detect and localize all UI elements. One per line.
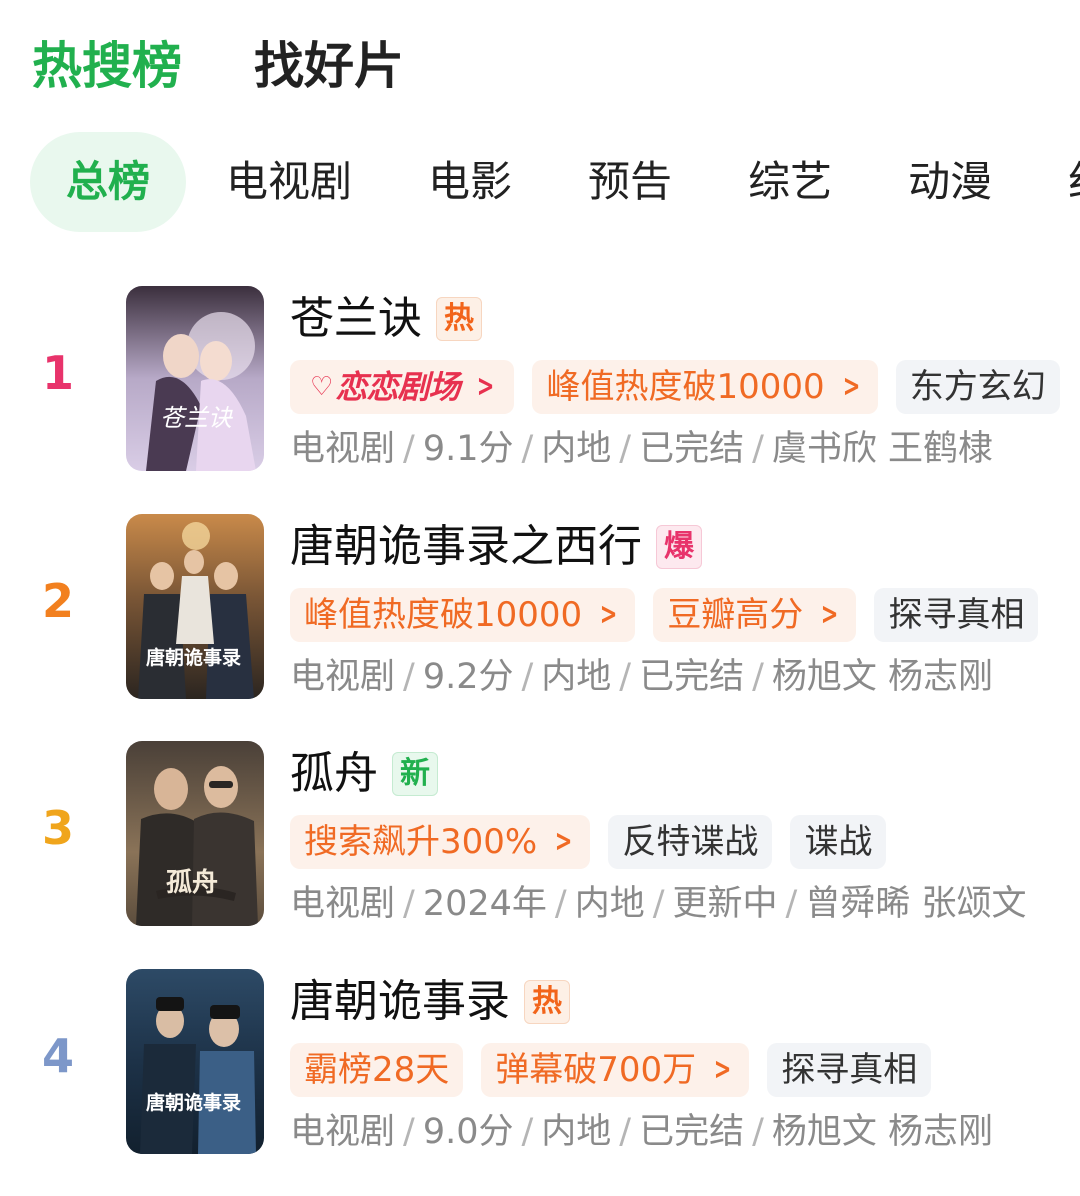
ranking-list: 1 苍兰诀 苍兰诀 [0,286,1080,1196]
category-tab-trailer[interactable]: 预告 [552,132,708,232]
tag-label: 探寻真相 [781,1043,917,1097]
rank-number: 2 [30,574,86,628]
tag-label: 峰值热度破10000 [304,588,582,642]
brand-logo: 恋恋剧场 [335,360,459,414]
tag-label: 霸榜28天 [304,1043,449,1097]
poster-image[interactable]: 唐朝诡事录 [126,969,264,1154]
poster-title-text: 唐朝诡事录 [146,1091,241,1114]
tag-label: 豆瓣高分 [667,588,803,642]
meta-region: 内地 [541,1112,611,1152]
tag-genre: 东方玄幻 [896,360,1060,414]
tag-label: 峰值热度破10000 [546,360,824,414]
rank-number: 3 [30,801,86,855]
tag-label: 弹幕破700万 [495,1043,696,1097]
meta-region: 内地 [541,429,611,469]
poster-image[interactable]: 唐朝诡事录 [126,514,264,699]
category-tab-tv-series[interactable]: 电视剧 [190,132,388,232]
poster-image[interactable]: 苍兰诀 [126,286,264,471]
category-tab-anime[interactable]: 动漫 [872,132,1028,232]
tag-label: 探寻真相 [888,588,1024,642]
meta-cast: 曾舜晞 张颂文 [805,884,1026,924]
list-item[interactable]: 4 唐朝诡事录 [0,969,1080,1196]
item-meta: 电视剧/9.0分/内地/已完结/杨旭文 杨志刚 [290,1109,1080,1155]
meta-score: 9.1分 [423,429,514,469]
rank-number: 1 [30,346,86,400]
hot-badge: 热 [524,980,570,1024]
meta-region: 内地 [575,884,645,924]
tag-genre: 谍战 [790,815,886,869]
chevron-right-icon: > [842,360,860,414]
poster-title-text: 苍兰诀 [160,404,234,432]
item-info: 唐朝诡事录 热 霸榜28天 弹幕破700万 > 探寻真相 电视剧/9.0分/内地… [290,969,1080,1155]
tag-genre: 探寻真相 [874,588,1038,642]
new-badge: 新 [392,752,438,796]
tab-find-good-films[interactable]: 找好片 [254,36,404,96]
top-tabs: 热搜榜 找好片 [32,36,404,96]
category-tab-overall[interactable]: 总榜 [30,132,186,232]
brand-tag-lianlian-theater[interactable]: ♡ 恋恋剧场 > [290,360,514,414]
meta-type: 电视剧 [290,657,395,697]
tag-top-chart-days: 霸榜28天 [290,1043,463,1097]
meta-status: 已完结 [639,429,744,469]
poster-image[interactable]: 孤舟 [126,741,264,926]
meta-type: 电视剧 [290,884,395,924]
meta-cast: 杨旭文 杨志刚 [772,657,993,697]
chevron-right-icon: > [555,815,573,869]
chevron-right-icon: > [714,1043,732,1097]
meta-status: 更新中 [673,884,778,924]
tag-search-surge[interactable]: 搜索飙升300% > [290,815,590,869]
meta-status: 已完结 [639,1112,744,1152]
category-tab-movie[interactable]: 电影 [392,132,548,232]
chevron-right-icon: > [477,360,495,414]
meta-cast: 虞书欣 王鹤棣 [772,429,993,469]
tag-genre: 反特谍战 [608,815,772,869]
chevron-right-icon: > [821,588,839,642]
item-info: 唐朝诡事录之西行 爆 峰值热度破10000 > 豆瓣高分 > 探寻真相 电视剧/… [290,514,1080,700]
tag-label: 反特谍战 [622,815,758,869]
item-title[interactable]: 孤舟 [290,744,378,804]
tag-peak-heat[interactable]: 峰值热度破10000 > [532,360,877,414]
list-item[interactable]: 1 苍兰诀 苍兰诀 [0,286,1080,514]
meta-score: 9.0分 [423,1112,514,1152]
tag-label: 东方玄幻 [910,360,1046,414]
tag-genre: 探寻真相 [767,1043,931,1097]
item-title[interactable]: 苍兰诀 [290,289,422,349]
heart-icon: ♡ [310,360,333,414]
list-item[interactable]: 2 唐朝诡事录 [0,514,1080,742]
meta-type: 电视剧 [290,429,395,469]
boom-badge: 爆 [656,525,702,569]
category-tab-documentary[interactable]: 纪 [1032,132,1080,232]
tag-label: 搜索飙升300% [304,815,537,869]
meta-score: 9.2分 [423,657,514,697]
meta-type: 电视剧 [290,1112,395,1152]
meta-cast: 杨旭文 杨志刚 [772,1112,993,1152]
hot-badge: 热 [436,297,482,341]
tag-label: 谍战 [804,815,872,869]
tags-row: 霸榜28天 弹幕破700万 > 探寻真相 [290,1043,1080,1097]
tag-douban-high-score[interactable]: 豆瓣高分 > [653,588,856,642]
tags-row: 峰值热度破10000 > 豆瓣高分 > 探寻真相 [290,588,1080,642]
tags-row: 搜索飙升300% > 反特谍战 谍战 [290,815,1080,869]
rank-number: 4 [30,1029,86,1083]
meta-year: 2024年 [423,884,547,924]
item-info: 孤舟 新 搜索飙升300% > 反特谍战 谍战 电视剧/2024年/内地/更新中… [290,741,1080,927]
category-tab-variety[interactable]: 综艺 [712,132,868,232]
item-info: 苍兰诀 热 ♡ 恋恋剧场 > 峰值热度破10000 > 东方玄幻 电视剧/9.1… [290,286,1080,472]
tab-hot-search[interactable]: 热搜榜 [32,36,182,96]
tags-row: ♡ 恋恋剧场 > 峰值热度破10000 > 东方玄幻 [290,360,1080,414]
chevron-right-icon: > [600,588,618,642]
tag-peak-heat[interactable]: 峰值热度破10000 > [290,588,635,642]
tag-danmaku-count[interactable]: 弹幕破700万 > [481,1043,749,1097]
item-meta: 电视剧/9.2分/内地/已完结/杨旭文 杨志刚 [290,654,1080,700]
item-title[interactable]: 唐朝诡事录 [290,972,510,1032]
item-meta: 电视剧/2024年/内地/更新中/曾舜晞 张颂文 [290,881,1080,927]
item-meta: 电视剧/9.1分/内地/已完结/虞书欣 王鹤棣 [290,426,1080,472]
list-item[interactable]: 3 孤舟 孤 [0,741,1080,969]
category-tabs: 总榜 电视剧 电影 预告 综艺 动漫 纪 [30,130,1080,234]
meta-status: 已完结 [639,657,744,697]
poster-title-text: 唐朝诡事录 [146,646,241,669]
item-title[interactable]: 唐朝诡事录之西行 [290,517,642,577]
poster-title-text: 孤舟 [166,867,218,898]
meta-region: 内地 [541,657,611,697]
